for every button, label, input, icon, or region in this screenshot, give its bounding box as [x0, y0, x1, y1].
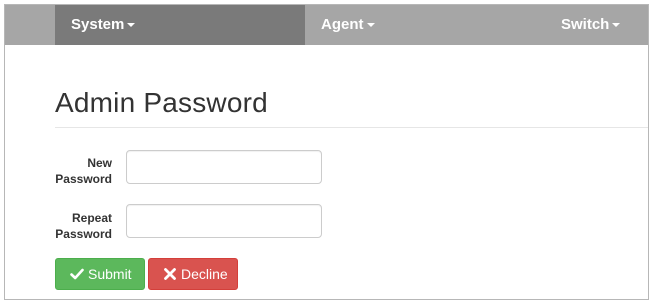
nav-menu-system-label: System	[71, 16, 125, 33]
nav-menu-switch-label: Switch	[561, 16, 610, 33]
nav-menu-agent[interactable]: Agent	[305, 5, 545, 45]
submit-button-label: Submit	[88, 266, 132, 282]
new-password-input[interactable]	[126, 150, 322, 184]
nav-menu-system[interactable]: System	[55, 5, 305, 45]
x-icon	[163, 267, 177, 281]
decline-button-label: Decline	[181, 266, 228, 282]
app-window: System Agent Switch Admin Password New P…	[4, 4, 649, 300]
new-password-label: New Password	[52, 155, 112, 187]
repeat-password-label: Repeat Password	[52, 210, 112, 242]
decline-button[interactable]: Decline	[148, 258, 238, 290]
repeat-password-label-line1: Repeat	[71, 211, 112, 225]
repeat-password-label-line2: Password	[55, 227, 112, 241]
check-icon	[70, 267, 84, 281]
chevron-down-icon	[127, 23, 136, 28]
submit-button[interactable]: Submit	[55, 258, 145, 290]
new-password-label-line2: Password	[55, 172, 112, 186]
chevron-down-icon	[612, 23, 621, 28]
nav-menu-agent-label: Agent	[321, 16, 364, 33]
title-divider	[55, 127, 648, 128]
new-password-label-line1: New	[87, 156, 112, 170]
repeat-password-input[interactable]	[126, 204, 322, 238]
top-navbar: System Agent Switch	[5, 5, 648, 45]
chevron-down-icon	[366, 23, 375, 28]
page-title: Admin Password	[55, 87, 268, 118]
nav-menu-switch[interactable]: Switch	[545, 5, 648, 45]
